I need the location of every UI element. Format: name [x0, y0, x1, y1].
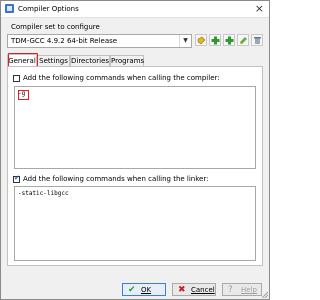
linker-commands-checkbox[interactable]: ✔: [13, 174, 20, 183]
compiler-set-value: TDM-GCC 4.9.2 64-bit Release: [11, 37, 118, 45]
tab-directories[interactable]: Directories: [70, 55, 110, 66]
help-button-label: Help: [241, 286, 257, 294]
add-compiler-set-button[interactable]: [209, 34, 221, 46]
ok-button-label: OK: [141, 286, 152, 294]
cancel-button[interactable]: ✖ Cancel: [172, 283, 216, 296]
resize-grip[interactable]: [262, 292, 268, 298]
linker-commands-value: -static-libgcc: [18, 190, 69, 197]
cancel-button-label: Cancel: [191, 286, 215, 294]
compiler-commands-checkbox[interactable]: [13, 75, 20, 82]
close-icon: ✖: [178, 285, 186, 295]
close-icon[interactable]: ×: [255, 2, 264, 15]
compiler-set-label: Compiler set to configure: [11, 23, 100, 31]
tab-general-label: General: [8, 57, 36, 65]
delete-icon: [254, 37, 261, 44]
tab-programs-label: Programs: [111, 57, 145, 65]
compiler-commands-textarea[interactable]: -g: [14, 86, 256, 169]
rename-icon: [197, 36, 206, 45]
tab-directories-label: Directories: [71, 57, 110, 65]
window-title: Compiler Options: [18, 5, 79, 13]
help-icon: ?: [228, 285, 233, 295]
help-button[interactable]: ? Help: [222, 283, 262, 296]
linker-commands-textarea[interactable]: -static-libgcc: [14, 186, 256, 261]
chevron-down-icon[interactable]: ▼: [179, 35, 191, 47]
tab-general[interactable]: General: [7, 54, 37, 66]
add-icon-2: [225, 36, 234, 45]
tab-programs[interactable]: Programs: [110, 55, 144, 66]
general-tab-panel: Add the following commands when calling …: [7, 66, 263, 266]
checkmark-icon: ✔: [14, 174, 20, 182]
app-icon: [5, 4, 14, 13]
tab-settings-label: Settings: [39, 57, 68, 65]
compiler-set-select[interactable]: TDM-GCC 4.9.2 64-bit Release ▼: [7, 34, 192, 48]
rename-compiler-set-button[interactable]: [195, 34, 207, 46]
delete-compiler-set-button[interactable]: [251, 34, 263, 46]
add-icon: [211, 36, 220, 45]
add-compiler-set-folder-button[interactable]: [223, 34, 235, 46]
ok-button[interactable]: ✔ OK: [122, 283, 166, 296]
compiler-commands-label: Add the following commands when calling …: [23, 74, 220, 82]
compiler-options-dialog: Compiler Options × Compiler set to confi…: [0, 0, 270, 300]
linker-commands-label: Add the following commands when calling …: [23, 175, 209, 183]
compiler-commands-value: -g: [18, 90, 26, 97]
tab-settings[interactable]: Settings: [37, 55, 70, 66]
title-bar: Compiler Options ×: [1, 1, 269, 18]
check-icon: ✔: [128, 285, 136, 295]
rename-link-button[interactable]: [237, 34, 249, 46]
rename-link-icon: [240, 37, 247, 44]
